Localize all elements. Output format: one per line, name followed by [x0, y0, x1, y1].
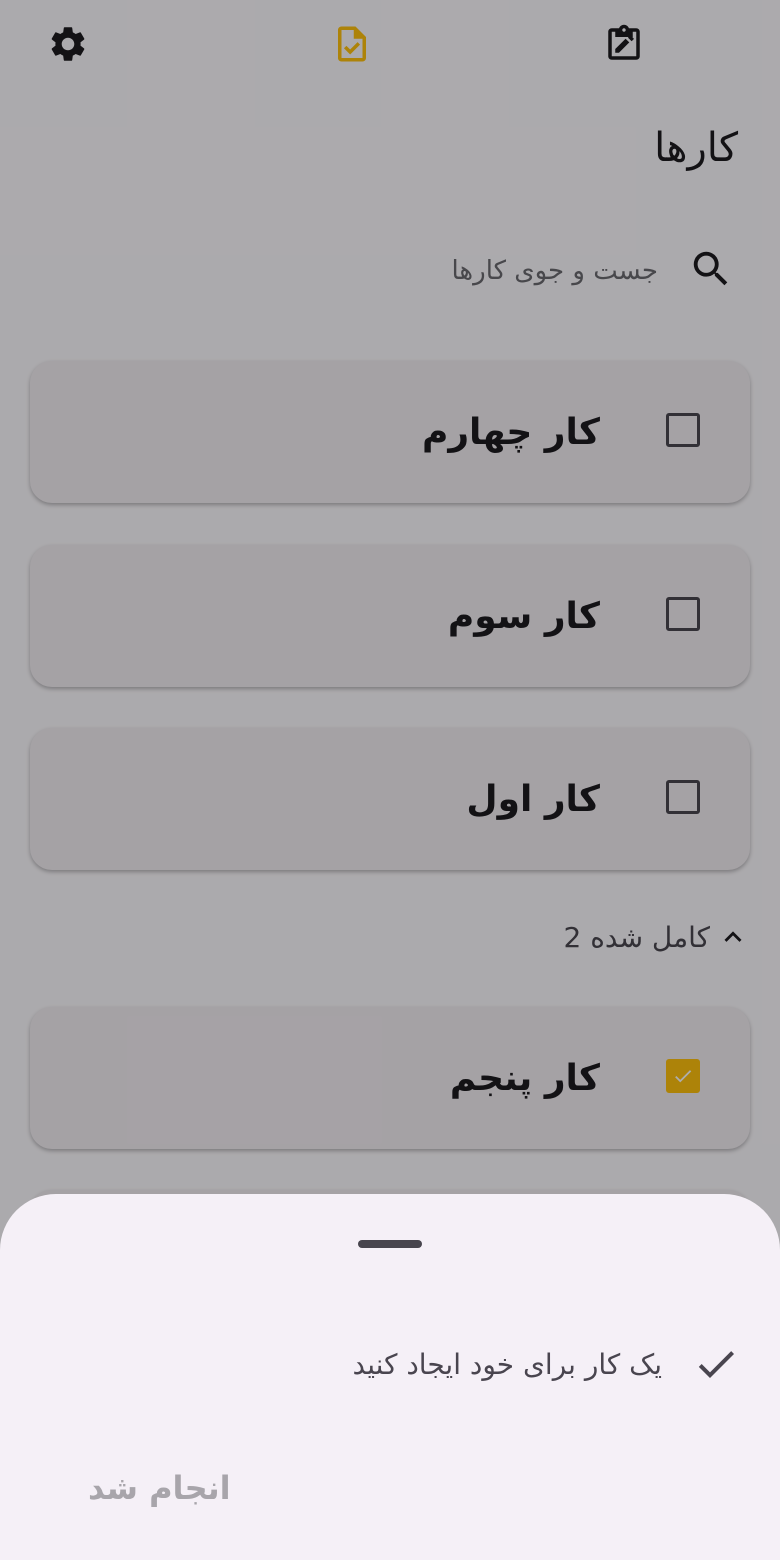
- done-button[interactable]: انجام شد: [70, 1458, 249, 1518]
- check-icon: [698, 1351, 734, 1378]
- create-task-option[interactable]: یک کار برای خود ایجاد کنید: [353, 1334, 741, 1394]
- create-task-option-label: یک کار برای خود ایجاد کنید: [352, 1347, 663, 1381]
- drag-handle[interactable]: [358, 1240, 422, 1248]
- bottom-sheet: یک کار برای خود ایجاد کنید انجام شد: [0, 1194, 780, 1560]
